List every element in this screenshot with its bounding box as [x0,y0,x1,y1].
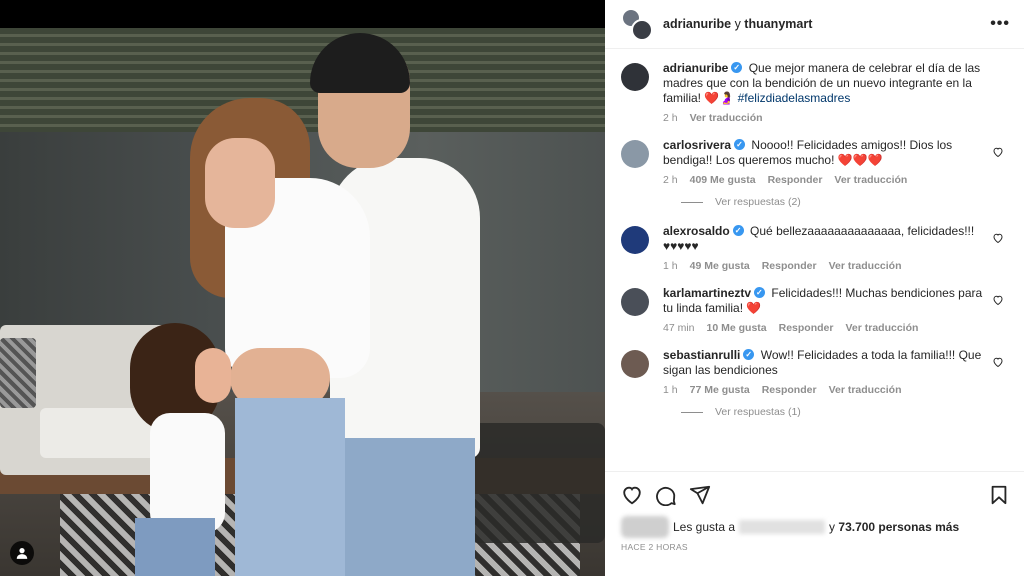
reply-button[interactable]: Responder [762,384,817,396]
view-replies-button[interactable]: Ver respuestas (1) [681,406,1008,418]
window-blinds [0,28,605,132]
like-heart-icon[interactable] [621,484,643,506]
likes-connector: y [829,520,836,534]
comment-username[interactable]: alexrosaldo [663,224,730,238]
reply-button[interactable]: Responder [762,260,817,272]
post-side-panel: adrianuribe y thuanymart ••• adrianuribe… [605,0,1024,576]
comment-time[interactable]: 1 h [663,384,678,396]
avatar[interactable] [621,226,649,254]
woman-jeans [235,398,345,576]
avatar [631,19,653,41]
photo-scene [0,28,605,576]
comment-emoji: ❤️ [746,301,762,315]
girl-jeans [135,518,215,576]
caption-emoji: ❤️🤰 [704,91,735,105]
post-actions: Les gusta a y 73.700 personas más HACE 2… [605,471,1024,552]
blurred-avatar [621,516,669,538]
pillow [0,338,36,408]
comment-time[interactable]: 47 min [663,322,695,334]
heart-icon[interactable] [992,294,1004,306]
replies-divider [681,201,703,203]
comment-likes[interactable]: 77 Me gusta [690,384,750,396]
avatar[interactable] [621,63,649,91]
post-photo[interactable] [0,0,605,576]
likes-summary[interactable]: Les gusta a y 73.700 personas más [621,516,1010,538]
girl-top [150,413,225,533]
comment-likes[interactable]: 409 Me gusta [690,174,756,186]
comments-list[interactable]: adrianuribe Que mejor manera de celebrar… [605,49,1024,474]
comment-time[interactable]: 2 h [663,174,678,186]
heart-icon[interactable] [992,146,1004,158]
comment: karlamartineztv Felicidades!!! Muchas be… [621,285,1008,334]
caption-time[interactable]: 2 h [663,112,678,124]
heart-icon[interactable] [992,356,1004,368]
see-translation-link[interactable]: Ver traducción [690,112,763,124]
post-timestamp[interactable]: HACE 2 HORAS [621,542,1010,552]
heart-icon[interactable] [992,232,1004,244]
comment-bubble-icon[interactable] [655,484,677,506]
verified-badge-icon [754,285,766,300]
woman-face [205,138,275,228]
comment-username[interactable]: carlosrivera [663,138,731,152]
comment-likes[interactable]: 49 Me gusta [690,260,750,272]
comment: carlosrivera Noooo!! Felicidades amigos!… [621,137,1008,186]
post-authors: adrianuribe y thuanymart [663,17,990,31]
comment-likes[interactable]: 10 Me gusta [707,322,767,334]
see-translation-link[interactable]: Ver traducción [829,260,902,272]
comment-username[interactable]: karlamartineztv [663,286,751,300]
view-replies-button[interactable]: Ver respuestas (2) [681,196,1008,208]
reply-button[interactable]: Responder [779,322,834,334]
avatar[interactable] [621,140,649,168]
caption: adrianuribe Que mejor manera de celebrar… [621,60,1008,124]
comment-emoji: ❤️❤️❤️ [837,153,883,167]
share-paper-plane-icon[interactable] [689,484,711,506]
man-jeans [335,438,475,576]
comment-time[interactable]: 1 h [663,260,678,272]
verified-badge-icon [731,60,743,75]
caption-username[interactable]: adrianuribe [663,61,728,75]
comment: sebastianrulli Wow!! Felicidades a toda … [621,347,1008,396]
comment-emoji: ♥♥♥♥♥ [663,239,699,253]
see-translation-link[interactable]: Ver traducción [834,174,907,186]
author-link[interactable]: adrianuribe [663,17,731,31]
reply-button[interactable]: Responder [768,174,823,186]
hashtag-link[interactable]: #felizdiadelasmadres [738,91,851,105]
bookmark-icon[interactable] [988,484,1010,506]
see-translation-link[interactable]: Ver traducción [845,322,918,334]
likes-prefix: Les gusta a [673,520,736,534]
view-replies-label: Ver respuestas (1) [715,406,801,418]
view-replies-label: Ver respuestas (2) [715,196,801,208]
post-header: adrianuribe y thuanymart ••• [605,0,1024,49]
comment-username[interactable]: sebastianrulli [663,348,740,362]
author-link[interactable]: thuanymart [744,17,812,31]
likes-count[interactable]: 73.700 personas más [838,520,959,534]
verified-badge-icon [743,347,755,362]
collab-avatars[interactable] [621,8,653,41]
avatar[interactable] [621,288,649,316]
authors-connector: y [734,17,741,31]
more-options-button[interactable]: ••• [990,15,1010,33]
girl-face [195,348,231,403]
chair [470,423,605,543]
see-translation-link[interactable]: Ver traducción [829,384,902,396]
verified-badge-icon [732,223,744,238]
verified-badge-icon [734,137,746,152]
tagged-users-button[interactable] [10,541,34,565]
comment-text: Qué bellezaaaaaaaaaaaaaa, felicidades!!! [750,224,975,238]
instagram-post-view: adrianuribe y thuanymart ••• adrianuribe… [0,0,1024,576]
comment: alexrosaldo Qué bellezaaaaaaaaaaaaaa, fe… [621,223,1008,272]
avatar[interactable] [621,350,649,378]
user-icon [16,548,28,559]
replies-divider [681,411,703,413]
blurred-username [739,520,826,534]
